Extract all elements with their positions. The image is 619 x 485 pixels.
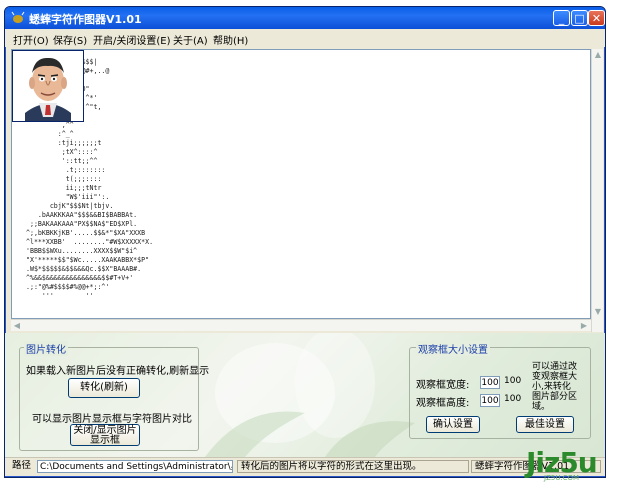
note-line: 小,来转化 (532, 382, 571, 392)
best-settings-button[interactable]: 最佳设置 (516, 416, 574, 433)
menu-open[interactable]: 打开(O) (13, 32, 49, 47)
watermark-subtext: JZ5U.COM (544, 474, 580, 482)
app-window: 蟋蟀字符作图器V1.01 _ □ ✕ 打开(O) 保存(S) 开启/关闭设置(E… (4, 6, 606, 478)
horizontal-scrollbar[interactable]: ◀ ▶ (11, 319, 591, 331)
maximize-button[interactable]: □ (571, 10, 588, 26)
path-label: 路径 (12, 460, 32, 471)
note-line: 可以通过改 (532, 362, 578, 372)
scroll-up-icon[interactable]: ▲ (592, 49, 604, 61)
note-line: 域。 (532, 402, 551, 412)
image-convert-group: 图片转化 如果载入新图片后没有正确转化,刷新显示 转化(刷新) 可以显示图片显示… (19, 341, 209, 451)
cricket-app-icon (11, 11, 25, 23)
scroll-left-icon[interactable]: ◀ (11, 320, 23, 332)
path-field[interactable]: C:\Documents and Settings\Administrator\… (37, 460, 233, 473)
source-image-preview (12, 50, 84, 122)
minimize-button[interactable]: _ (553, 10, 570, 26)
height-display: 100 (504, 394, 522, 404)
menu-bar: 打开(O) 保存(S) 开启/关闭设置(E) 关于(A) 帮助(H) (5, 29, 605, 47)
confirm-settings-button[interactable]: 确认设置 (426, 416, 480, 433)
window-title: 蟋蟀字符作图器V1.01 (29, 13, 142, 26)
viewer-note: 可以通过改 变观察框大 小,来转化 图片部分区 域。 (532, 362, 577, 412)
note-line: 图片部分区 (532, 392, 578, 402)
scroll-down-icon[interactable]: ▼ (592, 306, 604, 318)
refresh-hint: 如果载入新图片后没有正确转化,刷新显示 (26, 366, 210, 377)
title-bar[interactable]: 蟋蟀字符作图器V1.01 _ □ ✕ (5, 7, 605, 29)
toggle-preview-button[interactable]: 关闭/显示图片 显示框 (70, 424, 140, 446)
menu-save[interactable]: 保存(S) (53, 32, 87, 47)
menu-toggle-settings[interactable]: 开启/关闭设置(E) (93, 32, 171, 47)
height-label: 观察框高度: (416, 398, 470, 409)
menu-about[interactable]: 关于(A) (173, 32, 208, 47)
width-label: 观察框宽度: (416, 380, 470, 391)
viewer-size-group: 观察框大小设置 观察框宽度: 100 100 观察框高度: 100 100 可以… (409, 341, 591, 439)
cartoon-face-image (25, 57, 71, 121)
width-input[interactable]: 100 (480, 376, 500, 389)
close-button[interactable]: ✕ (588, 10, 605, 26)
flower-background-image (205, 333, 415, 457)
height-input[interactable]: 100 (480, 394, 500, 407)
group-title-viewer: 观察框大小设置 (416, 341, 490, 356)
vertical-scrollbar[interactable]: ▲ ▼ (591, 49, 603, 332)
scroll-right-icon[interactable]: ▶ (578, 320, 590, 332)
settings-panel: 图片转化 如果载入新图片后没有正确转化,刷新显示 转化(刷新) 可以显示图片显示… (5, 333, 605, 457)
jz5u-watermark-logo: Jiz5u JZ5U.COM (514, 446, 616, 484)
note-line: 变观察框大 (532, 372, 578, 382)
width-display: 100 (504, 376, 522, 386)
menu-help[interactable]: 帮助(H) (213, 32, 248, 47)
toggle-preview-label-2: 显示框 (90, 435, 120, 446)
ascii-output-area[interactable]: $$$| @#+,..@ 0" ,^*' ,^"t, ,^^ :^_^ :tji… (11, 49, 591, 319)
status-message: 转化后的图片将以字符的形式在这里出现。 (237, 460, 469, 473)
compare-hint: 可以显示图片显示框与字符图片对比 (32, 414, 192, 425)
convert-refresh-button[interactable]: 转化(刷新) (68, 378, 140, 398)
group-title-convert: 图片转化 (24, 341, 68, 356)
